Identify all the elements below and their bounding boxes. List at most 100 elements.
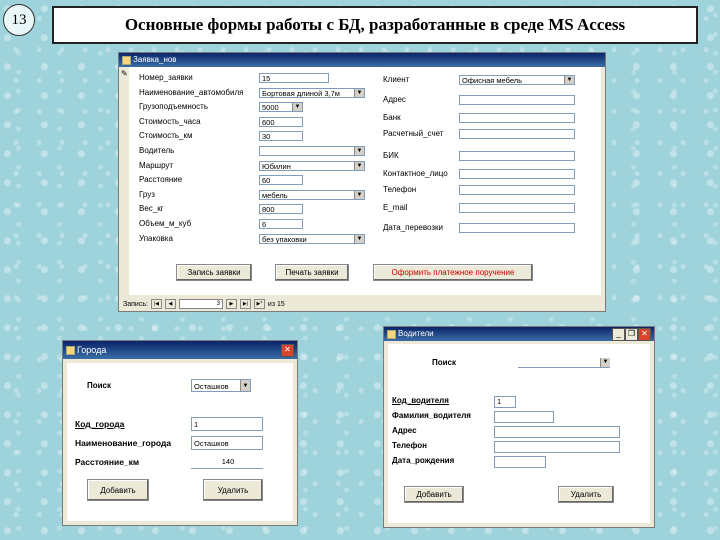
dropdown-arrow-icon[interactable]: ▼ bbox=[354, 161, 364, 170]
drivers-search-select[interactable]: ▼ bbox=[518, 358, 610, 368]
cities-form-title: Города bbox=[77, 345, 107, 355]
dropdown-arrow-icon[interactable]: ▼ bbox=[354, 234, 364, 243]
client-field-label: Клиент bbox=[383, 75, 410, 84]
client-field-label: Дата_перевозки bbox=[383, 223, 443, 232]
client-field-value: Офисная мебель bbox=[462, 76, 523, 85]
last-record-icon[interactable]: ▶| bbox=[239, 299, 251, 309]
order-form-title: Заявка_нов bbox=[133, 55, 177, 64]
order-field-label: Груз bbox=[139, 189, 155, 199]
order-field-input[interactable]: 5000 ▼ bbox=[259, 102, 303, 113]
city-field-value: 1 bbox=[194, 420, 199, 429]
dropdown-arrow-icon[interactable]: ▼ bbox=[240, 380, 250, 391]
delete-city-button[interactable]: Удалить bbox=[203, 479, 263, 501]
new-record-icon[interactable]: ▶* bbox=[253, 299, 265, 309]
order-form-body: Номер_заявки 15 Наименование_автомобиля Бор… bbox=[129, 67, 601, 295]
order-field-input[interactable]: Бортовая длиной 3,7м ▼ bbox=[259, 87, 365, 98]
driver-field-input[interactable]: 1 bbox=[494, 396, 516, 408]
cities-form-titlebar: Города ✕ bbox=[63, 341, 297, 359]
record-selector-icon[interactable]: ✎ bbox=[121, 69, 128, 78]
payment-order-button[interactable]: Оформить платежное поручение bbox=[373, 264, 533, 281]
form-icon bbox=[387, 330, 396, 339]
minimize-icon[interactable]: _ bbox=[612, 328, 625, 341]
order-field-input[interactable]: ▼ bbox=[259, 146, 365, 156]
order-field-input[interactable]: мебель ▼ bbox=[259, 189, 365, 200]
save-order-button[interactable]: Запись заявки bbox=[176, 264, 252, 281]
client-field-input[interactable] bbox=[459, 113, 575, 123]
driver-field-label: Дата_рождения bbox=[392, 456, 455, 465]
order-field-label: Номер_заявки bbox=[139, 73, 193, 82]
order-field-value: 6 bbox=[262, 220, 267, 229]
city-field-label: Код_города bbox=[75, 419, 125, 429]
close-icon[interactable]: ✕ bbox=[638, 328, 651, 341]
order-field-label: Стоимость_часа bbox=[139, 116, 201, 126]
order-field-input[interactable]: 15 bbox=[259, 73, 329, 83]
order-field-label: Расстояние bbox=[139, 175, 183, 185]
dropdown-arrow-icon[interactable]: ▼ bbox=[354, 147, 364, 155]
client-field-label: Телефон bbox=[383, 185, 417, 194]
close-icon[interactable]: ✕ bbox=[281, 344, 294, 357]
order-field-label: Наименование_автомобиля bbox=[139, 87, 244, 97]
driver-field-input[interactable] bbox=[494, 456, 546, 468]
record-number-field[interactable]: 3 bbox=[178, 299, 223, 309]
dropdown-arrow-icon[interactable]: ▼ bbox=[564, 76, 574, 84]
city-field-input[interactable]: 1 bbox=[191, 417, 263, 431]
order-field-value: 800 bbox=[262, 205, 275, 215]
client-field-input[interactable] bbox=[459, 151, 575, 161]
client-field-input[interactable] bbox=[459, 223, 575, 233]
print-order-button[interactable]: Печать заявки bbox=[275, 264, 349, 281]
driver-field-label: Телефон bbox=[392, 441, 427, 450]
order-form-titlebar: Заявка_нов bbox=[119, 53, 605, 67]
order-field-input[interactable]: без упаковки ▼ bbox=[259, 233, 365, 244]
cities-search-label: Поиск bbox=[87, 381, 112, 390]
driver-field-label: Адрес bbox=[392, 426, 417, 435]
driver-field-input[interactable] bbox=[494, 411, 554, 423]
next-record-icon[interactable]: ▶ bbox=[225, 299, 237, 309]
dropdown-arrow-icon[interactable]: ▼ bbox=[354, 190, 364, 199]
driver-field-label: Код_водителя bbox=[392, 396, 449, 405]
order-field-input[interactable]: 6 bbox=[259, 219, 303, 229]
restore-icon[interactable]: ❐ bbox=[625, 328, 638, 341]
order-field-input[interactable]: Юбилин ▼ bbox=[259, 160, 365, 171]
client-field-input[interactable] bbox=[459, 203, 575, 213]
order-field-input[interactable]: 600 bbox=[259, 116, 303, 127]
client-field-input[interactable] bbox=[459, 185, 575, 195]
drivers-form-body: Поиск ▼ Код_водителя 1 Фамилия_водителя Адр… bbox=[388, 344, 650, 523]
order-field-value: мебель bbox=[262, 190, 288, 200]
order-field-value: Бортовая длиной 3,7м bbox=[262, 88, 340, 98]
form-icon bbox=[66, 346, 75, 355]
client-field-input[interactable] bbox=[459, 129, 575, 139]
order-field-value: Юбилин bbox=[262, 161, 291, 171]
city-field-label: Расстояние_км bbox=[75, 457, 140, 467]
driver-field-input[interactable] bbox=[494, 441, 620, 453]
city-field-label: Наименование_города bbox=[75, 438, 172, 448]
client-field-label: E_mail bbox=[383, 203, 408, 212]
prev-record-icon[interactable]: ◀ bbox=[164, 299, 176, 309]
slide-title: Основные формы работы с БД, разработанны… bbox=[52, 6, 698, 44]
client-field-input[interactable] bbox=[459, 95, 575, 105]
city-field-input[interactable]: 140 bbox=[191, 455, 263, 469]
drivers-form-title: Водители bbox=[398, 329, 434, 338]
order-field-input[interactable]: 30 bbox=[259, 131, 303, 142]
record-total: из 15 bbox=[267, 300, 285, 308]
city-field-input[interactable]: Осташков bbox=[191, 436, 263, 450]
dropdown-arrow-icon[interactable]: ▼ bbox=[292, 103, 302, 112]
order-field-input[interactable]: 60 bbox=[259, 175, 303, 186]
order-field-input[interactable]: 800 bbox=[259, 204, 303, 215]
order-field-label: Водитель bbox=[139, 146, 175, 155]
record-navigator: Запись: |◀ ◀ 3 ▶ ▶| ▶* из 15 bbox=[123, 299, 601, 309]
dropdown-arrow-icon[interactable]: ▼ bbox=[354, 88, 364, 97]
client-field-label: БИК bbox=[383, 151, 399, 160]
city-field-value: 140 bbox=[221, 457, 235, 466]
form-icon bbox=[122, 56, 131, 65]
first-record-icon[interactable]: |◀ bbox=[150, 299, 162, 309]
cities-search-select[interactable]: Осташков ▼ bbox=[191, 379, 251, 392]
client-field-input[interactable] bbox=[459, 169, 575, 179]
order-field-label: Упаковка bbox=[139, 233, 173, 243]
driver-field-input[interactable] bbox=[494, 426, 620, 438]
add-driver-button[interactable]: Добавить bbox=[404, 486, 464, 503]
dropdown-arrow-icon[interactable]: ▼ bbox=[600, 358, 610, 367]
add-city-button[interactable]: Добавить bbox=[87, 479, 149, 501]
client-field-input[interactable]: Офисная мебель ▼ bbox=[459, 75, 575, 85]
order-field-label: Объем_м_куб bbox=[139, 219, 192, 228]
delete-driver-button[interactable]: Удалить bbox=[558, 486, 614, 503]
